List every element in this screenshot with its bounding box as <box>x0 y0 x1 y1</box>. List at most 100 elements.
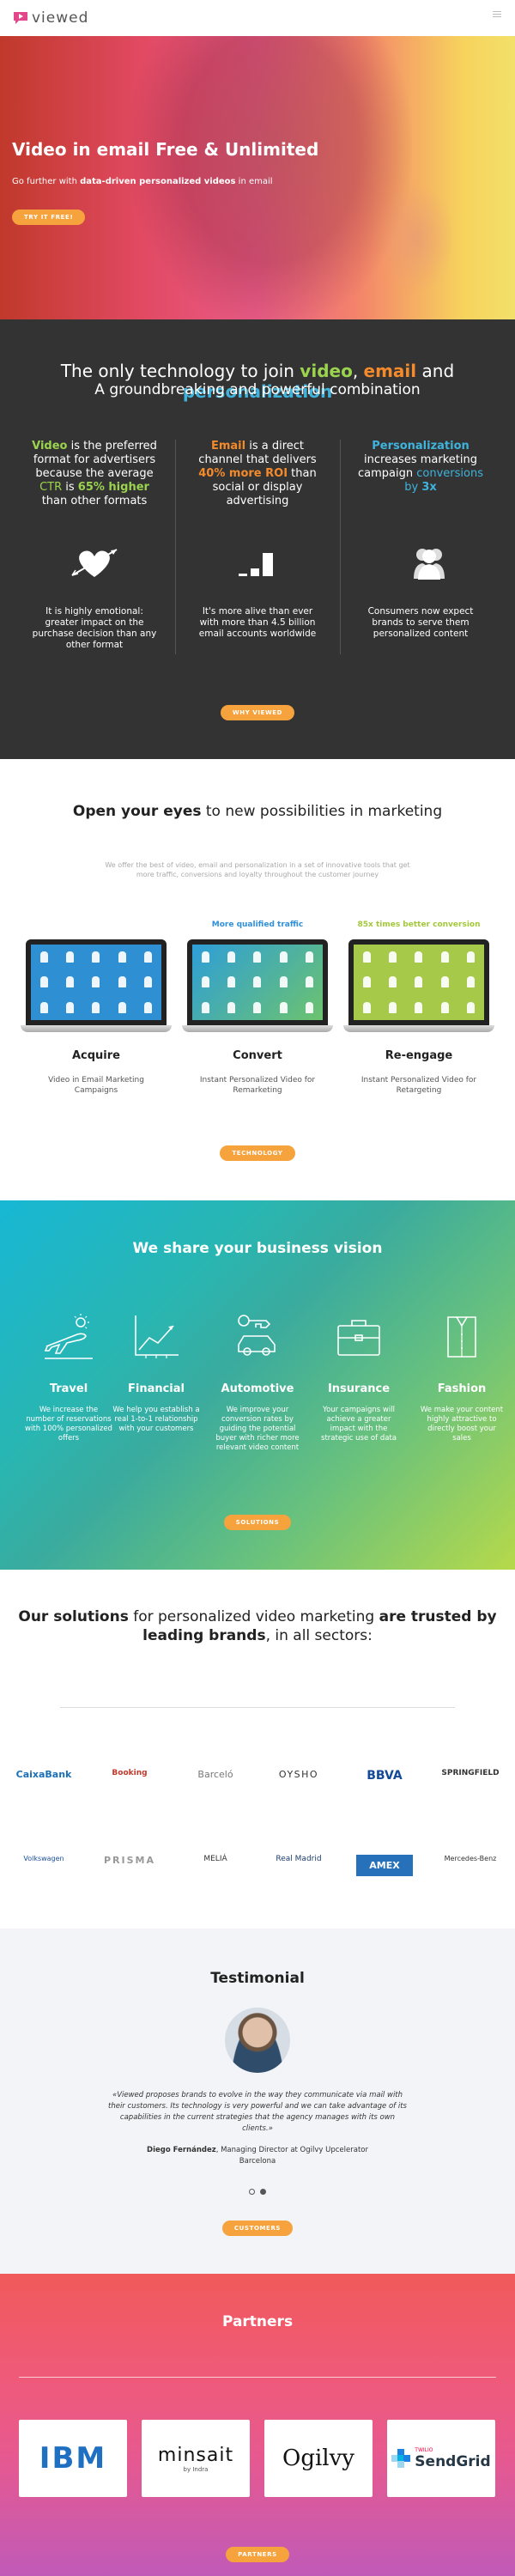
brand-logo-springfield: SPRINGFIELD <box>441 1769 500 1777</box>
reengage-tag: 85x times better conversion <box>357 920 481 929</box>
brand-logo-realmadrid: Real Madrid <box>276 1855 322 1863</box>
sector-automotive-desc: We improve your conversion rates by guid… <box>215 1406 300 1452</box>
email-column: Email is a direct channel that delivers … <box>198 440 317 507</box>
brand-logo-barcelo: Barceló <box>197 1769 233 1780</box>
convert-desc: Instant Personalized Video for Remarketi… <box>199 1076 316 1095</box>
sectors-heading: We share your business vision <box>132 1240 383 1257</box>
video-column: Video is the preferred format for advert… <box>32 440 157 507</box>
line-chart-icon <box>135 1315 179 1358</box>
convert-tag: More qualified traffic <box>211 920 304 929</box>
heart-arrow-icon <box>71 549 118 577</box>
logo-text: viewed <box>32 9 89 27</box>
customers-button[interactable]: CUSTOMERS <box>221 2221 294 2236</box>
carousel-dot-1[interactable] <box>249 2189 255 2195</box>
solutions-button[interactable]: SOLUTIONS <box>223 1515 292 1530</box>
partner-card-minsait[interactable]: minsait by Indra <box>142 2420 250 2497</box>
sector-financial-desc: We help you establish a real 1-to-1 rela… <box>112 1406 200 1433</box>
divider <box>19 2377 496 2378</box>
carousel-dot-2[interactable] <box>260 2189 266 2195</box>
shirt-icon <box>447 1316 476 1358</box>
hero-subtitle: Go further with data-driven personalized… <box>12 177 273 186</box>
testimonial-author: Diego Fernández, Managing Director at Og… <box>147 2146 368 2166</box>
partner-logo-ogilvy: Ogilvy <box>282 2445 354 2471</box>
brand-logo-bbva: BBVA <box>367 1769 403 1783</box>
convert-title: Convert <box>233 1049 282 1062</box>
partner-logo-minsait-sub: by Indra <box>183 2465 209 2473</box>
technology-section: The only technology to join video, email… <box>0 319 515 759</box>
plane-sun-icon <box>44 1314 93 1359</box>
reengage-laptop <box>343 939 494 1036</box>
avatar <box>225 2008 290 2073</box>
menu-icon[interactable] <box>493 11 501 20</box>
partner-card-ibm[interactable]: IBM <box>19 2420 127 2497</box>
sector-travel-title: Travel <box>49 1382 88 1395</box>
personalization-column: Personalization increases marketing camp… <box>358 440 483 494</box>
sector-financial-title: Financial <box>127 1382 185 1395</box>
testimonial-quote: «Viewed proposes brands to evolve in the… <box>108 2091 407 2133</box>
briefcase-icon <box>337 1320 380 1356</box>
products-intro: We offer the best of video, email and pe… <box>105 861 410 878</box>
try-free-button[interactable]: TRY IT FREE! <box>12 210 86 225</box>
brand-logo-oysho: OYSHO <box>278 1769 319 1780</box>
technology-button[interactable]: TECHNOLOGY <box>220 1145 295 1161</box>
site-header: viewed <box>0 0 515 36</box>
partners-heading: Partners <box>221 2313 294 2330</box>
video-note: It is highly emotional: greater impact o… <box>32 606 157 650</box>
why-viewed-button[interactable]: WHY VIEWED <box>220 705 295 720</box>
sendgrid-icon <box>391 2449 411 2468</box>
partners-button[interactable]: PARTNERS <box>226 2547 289 2562</box>
hero-hand-image <box>378 182 455 294</box>
hero-title: Video in email Free & Unlimited <box>12 139 319 160</box>
partner-card-sendgrid[interactable]: TWILIO SendGrid <box>387 2420 495 2497</box>
sector-insurance: Insurance Your campaigns will achieve a … <box>314 1312 403 1443</box>
technology-subheading: A groundbreaking and powerful combinatio… <box>94 381 421 398</box>
acquire-desc: Video in Email Marketing Campaigns <box>48 1076 144 1095</box>
sector-fashion-desc: We make your content highly attractive t… <box>420 1406 504 1443</box>
sector-insurance-title: Insurance <box>327 1382 391 1395</box>
acquire-laptop <box>21 939 172 1036</box>
convert-laptop <box>182 939 333 1036</box>
play-bubble-icon <box>14 12 27 24</box>
brands-section: Our solutions for personalized video mar… <box>0 1570 515 1929</box>
divider <box>175 440 176 654</box>
brand-logo-mercedes: Mercedes-Benz <box>444 1855 497 1862</box>
sector-financial: Financial We help you establish a real 1… <box>112 1312 201 1434</box>
sector-fashion-title: Fashion <box>437 1382 487 1395</box>
bar-growth-icon <box>239 553 273 576</box>
partner-logo-minsait: minsait <box>157 2444 234 2466</box>
brand-logo-booking: Booking <box>112 1769 148 1777</box>
reengage-title: Re-engage <box>385 1049 453 1062</box>
products-heading: Open your eyes to new possibilities in m… <box>72 803 443 820</box>
products-section: Open your eyes to new possibilities in m… <box>0 759 515 1200</box>
brand-logo-prisma: PRISMA <box>103 1855 155 1866</box>
partner-logo-sendgrid: SendGrid <box>415 2452 491 2470</box>
sector-fashion: Fashion We make your content highly attr… <box>417 1312 506 1443</box>
divider <box>340 440 341 654</box>
partner-logo-sendgrid-sub: TWILIO <box>415 2446 433 2453</box>
sector-travel: Travel We increase the number of reserva… <box>24 1312 113 1443</box>
sectors-section: We share your business vision Travel We … <box>0 1200 515 1570</box>
reengage-desc: Instant Personalized Video for Retargeti… <box>360 1076 477 1095</box>
acquire-title: Acquire <box>71 1049 120 1062</box>
testimonial-section: Testimonial «Viewed proposes brands to e… <box>0 1929 515 2274</box>
email-note: It's more alive than ever with more than… <box>198 606 317 639</box>
hero-section: Video in email Free & Unlimited Go furth… <box>0 36 515 319</box>
brand-logo-melia: MELIÁ <box>203 1855 227 1863</box>
sector-insurance-desc: Your campaigns will achieve a greater im… <box>321 1406 397 1443</box>
partner-logo-ibm: IBM <box>39 2441 107 2476</box>
testimonial-heading: Testimonial <box>210 1970 305 1987</box>
logo[interactable]: viewed <box>12 9 88 27</box>
partners-section: Partners IBM minsait by Indra Ogilvy TWI… <box>0 2274 515 2576</box>
users-icon <box>414 549 445 580</box>
brand-logo-caixabank: CaixaBank <box>15 1769 72 1780</box>
sector-travel-desc: We increase the number of reservations w… <box>25 1406 112 1443</box>
brand-logo-volkswagen: Volkswagen <box>23 1855 64 1862</box>
brand-logo-amex: AMEX <box>356 1855 413 1876</box>
sector-automotive: Automotive We improve your conversion ra… <box>213 1312 302 1453</box>
carousel-dots <box>246 2182 269 2198</box>
brands-heading: Our solutions for personalized video mar… <box>18 1608 497 1644</box>
partner-card-ogilvy[interactable]: Ogilvy <box>264 2420 373 2497</box>
sector-automotive-title: Automotive <box>221 1382 294 1395</box>
divider <box>60 1707 455 1708</box>
personalization-note: Consumers now expect brands to serve the… <box>367 606 474 639</box>
